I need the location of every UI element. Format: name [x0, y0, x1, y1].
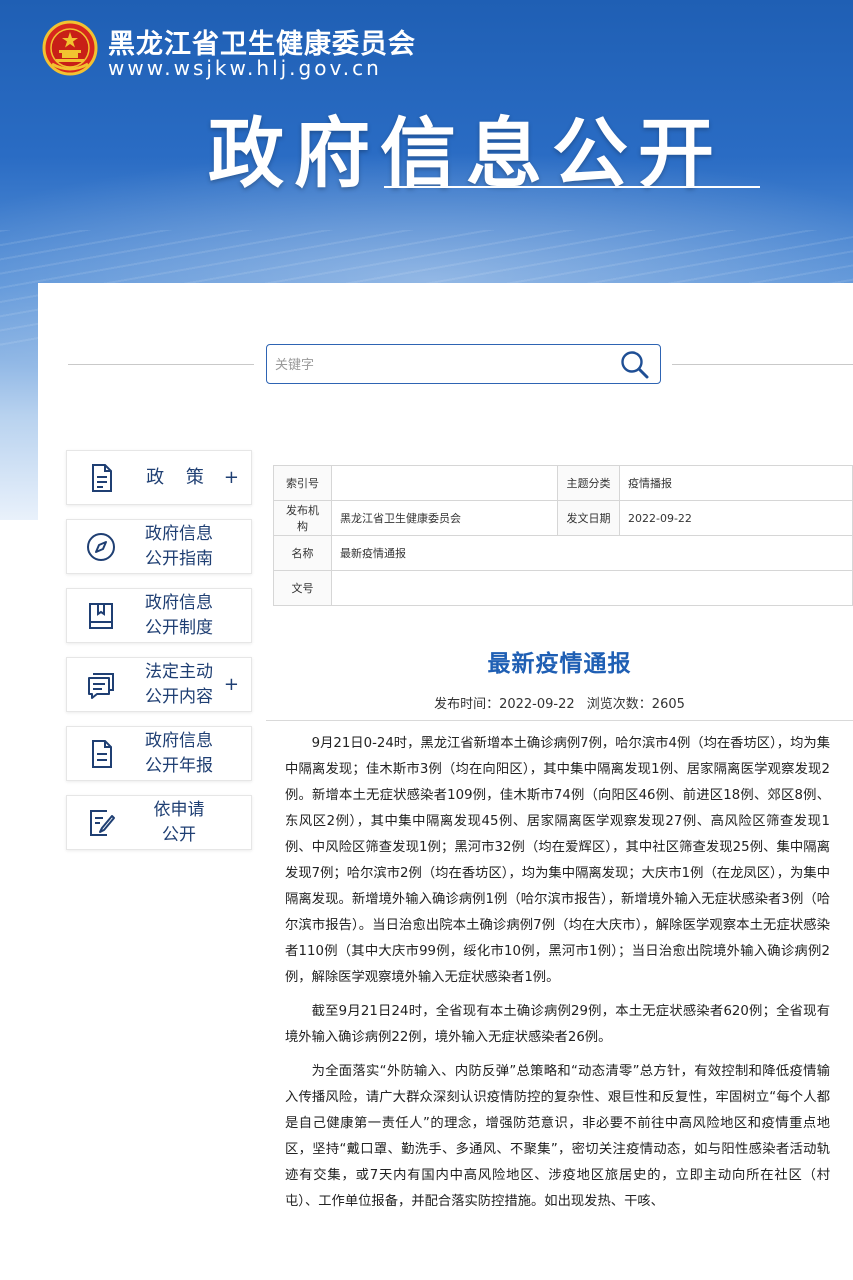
- chat-list-icon: [88, 673, 114, 699]
- table-row: 文号: [273, 570, 853, 606]
- sidebar-item-system[interactable]: 政府信息 公开制度: [66, 588, 252, 643]
- expand-plus-icon[interactable]: +: [224, 658, 239, 711]
- name-label: 名称: [273, 535, 332, 571]
- national-emblem-icon: [42, 20, 98, 76]
- sidebar-item-policy[interactable]: 政 策 +: [66, 450, 252, 505]
- book-icon: [89, 603, 113, 629]
- sidebar-item-annual-report[interactable]: 政府信息 公开年报: [66, 726, 252, 781]
- article-paragraph: 9月21日0-24时，黑龙江省新增本土确诊病例7例，哈尔滨市4例（均在香坊区），…: [285, 736, 830, 985]
- expand-plus-icon[interactable]: +: [224, 451, 239, 504]
- article-body: 9月21日0-24时，黑龙江省新增本土确诊病例7例，哈尔滨市4例（均在香坊区），…: [285, 731, 830, 1223]
- sidebar-item-label: 政府信息 公开年报: [145, 730, 213, 776]
- search-box: [266, 344, 661, 384]
- topic-value: 疫情播报: [619, 465, 853, 501]
- table-row: 名称 最新疫情通报: [273, 535, 853, 571]
- search-icon[interactable]: [618, 349, 652, 381]
- publisher-label: 发布机构: [273, 500, 332, 536]
- view-count: 浏览次数：2605: [586, 697, 685, 712]
- topic-label: 主题分类: [557, 465, 620, 501]
- index-label: 索引号: [273, 465, 332, 501]
- search-divider-right: [672, 364, 853, 365]
- search-divider-left: [68, 364, 254, 365]
- docno-label: 文号: [273, 570, 332, 606]
- article-paragraph: 截至9月21日24时，全省现有本土确诊病例29例，本土无症状感染者620例；全省…: [285, 1004, 830, 1045]
- sidebar-item-statutory[interactable]: 法定主动 公开内容 +: [66, 657, 252, 712]
- date-value: 2022-09-22: [619, 500, 853, 536]
- search-input[interactable]: [275, 353, 605, 377]
- publisher-value: 黑龙江省卫生健康委员会: [331, 500, 558, 536]
- date-label: 发文日期: [557, 500, 620, 536]
- publish-time: 发布时间：2022-09-22: [434, 697, 575, 712]
- sidebar-item-label: 政府信息 公开制度: [145, 592, 213, 638]
- sidebar-item-label: 政府信息 公开指南: [145, 523, 213, 569]
- sidebar-item-guide[interactable]: 政府信息 公开指南: [66, 519, 252, 574]
- title-underline: [384, 186, 760, 188]
- article-divider: [266, 720, 853, 721]
- edit-form-icon: [90, 810, 115, 836]
- article-title: 最新疫情通报: [487, 651, 632, 677]
- article-meta: 发布时间：2022-09-22 浏览次数：2605: [266, 693, 853, 712]
- document-info-table: 索引号 主题分类 疫情播报 发布机构 黑龙江省卫生健康委员会 发文日期 2022…: [273, 465, 853, 606]
- sidebar-item-label: 法定主动 公开内容: [145, 661, 213, 707]
- sidebar-item-application[interactable]: 依申请 公开: [66, 795, 252, 850]
- site-url: www.wsjkw.hlj.gov.cn: [108, 56, 382, 80]
- table-row: 索引号 主题分类 疫情播报: [273, 465, 853, 501]
- table-row: 发布机构 黑龙江省卫生健康委员会 发文日期 2022-09-22: [273, 500, 853, 536]
- name-value: 最新疫情通报: [331, 535, 853, 571]
- report-icon: [92, 740, 112, 768]
- document-icon: [92, 464, 112, 492]
- sidebar-item-label: 政 策: [146, 467, 212, 488]
- compass-icon: [87, 533, 115, 561]
- index-value: [331, 465, 558, 501]
- docno-value: [331, 570, 853, 606]
- article-paragraph: 为全面落实“外防输入、内防反弹”总策略和“动态清零”总方针，有效控制和降低疫情输…: [285, 1064, 830, 1209]
- sidebar-item-label: 依申请 公开: [153, 799, 205, 845]
